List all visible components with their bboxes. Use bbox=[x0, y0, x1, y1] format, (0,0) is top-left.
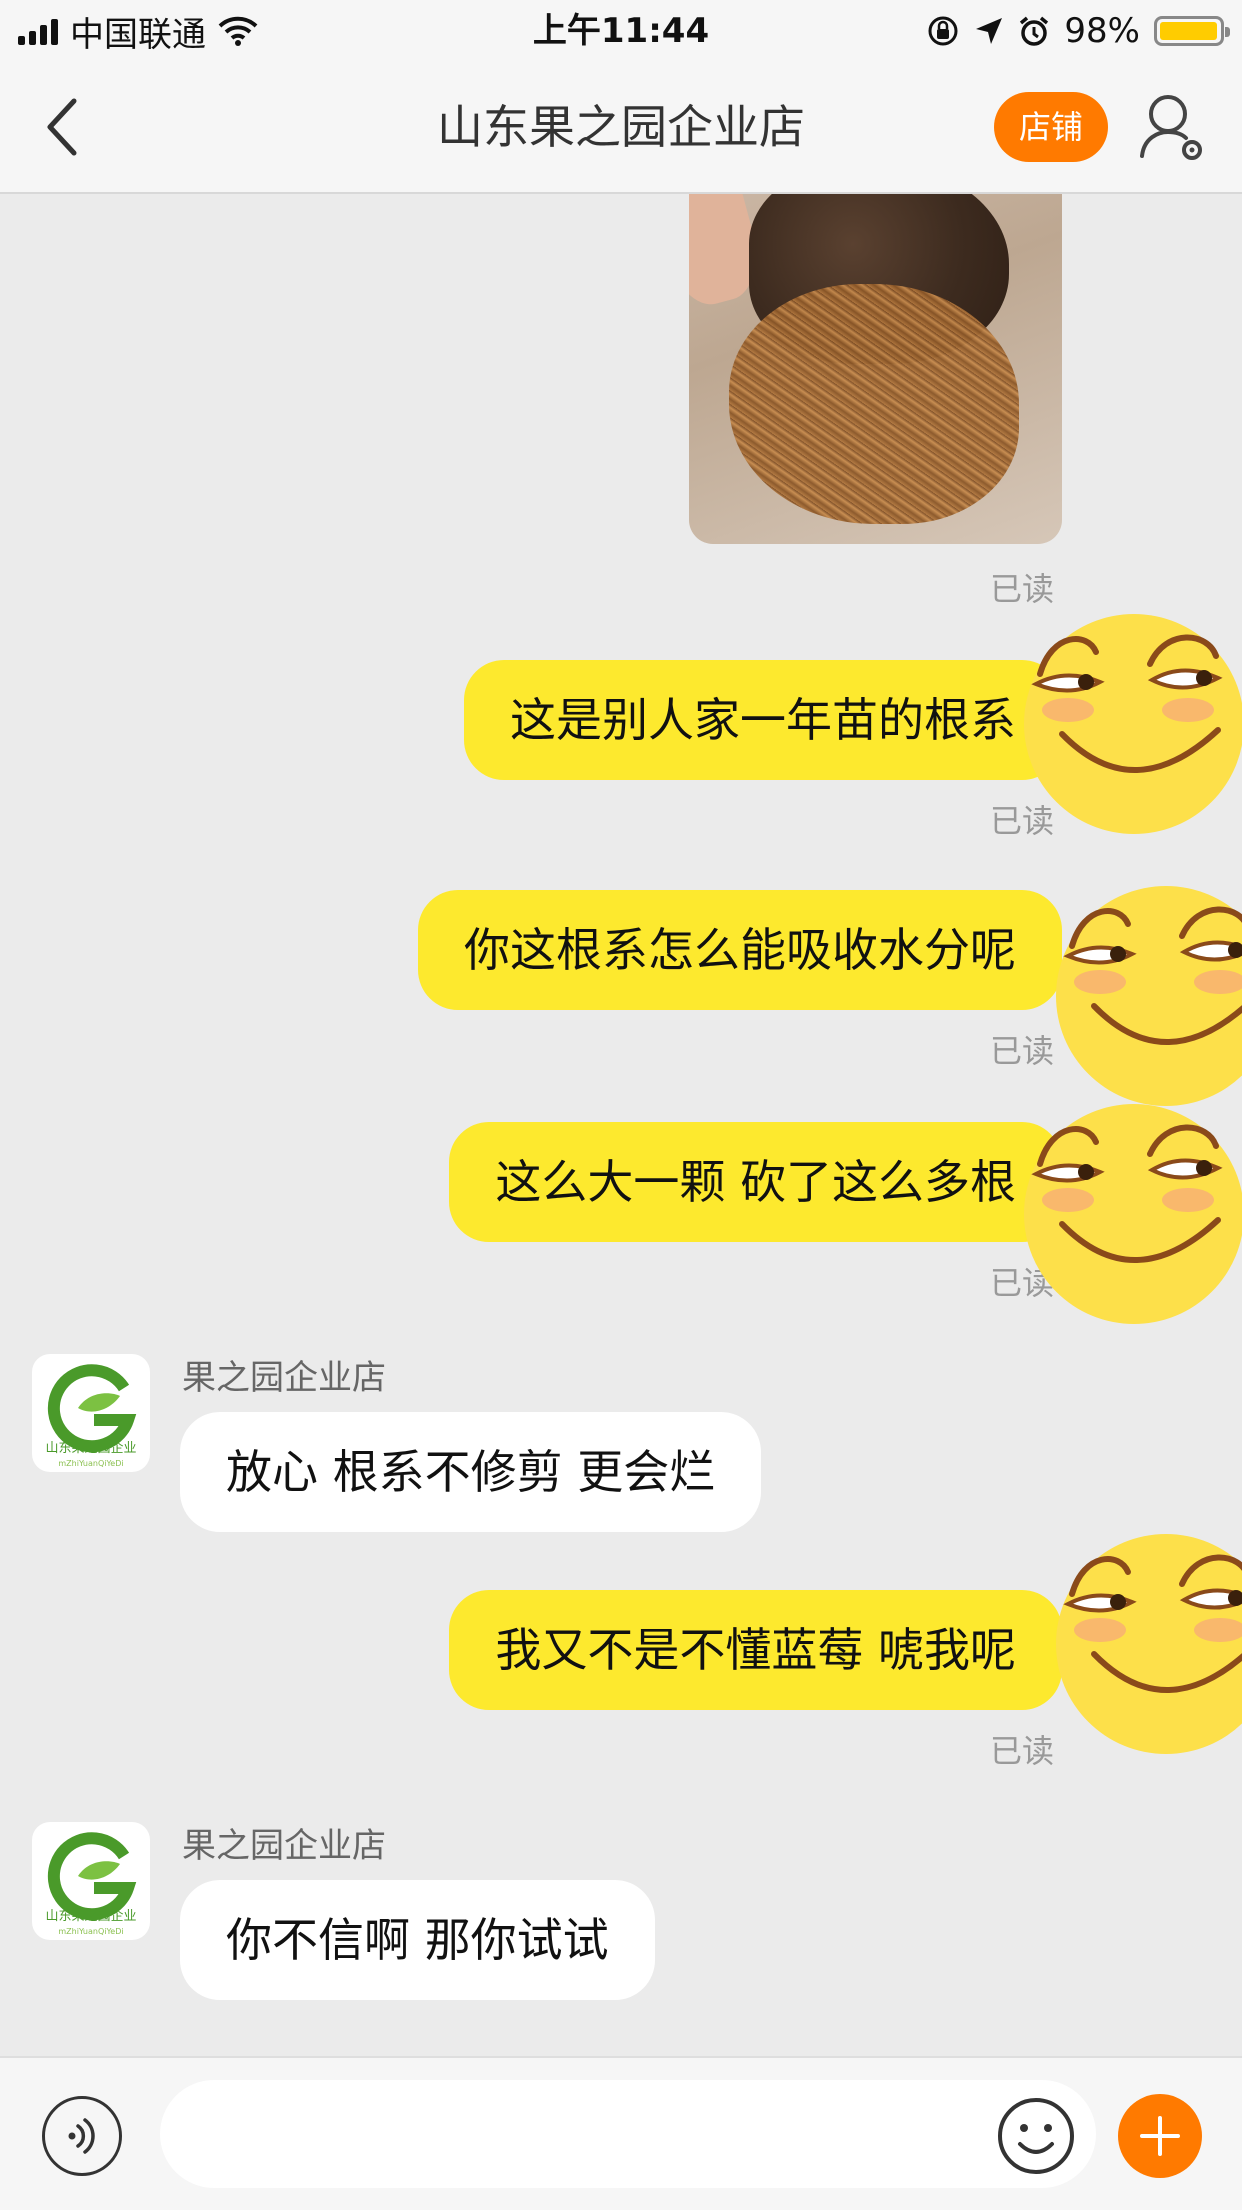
input-bar bbox=[0, 2056, 1242, 2210]
photo-roots bbox=[729, 284, 1019, 524]
status-bar: 中国联通 上午11:44 98% bbox=[0, 0, 1242, 62]
message-input[interactable] bbox=[160, 2080, 1096, 2188]
chat-area: 已读 这是别人家一年苗的根系 已读 你这根系怎么能吸收水分呢 已读 这么大一颗 … bbox=[0, 194, 1242, 2056]
smug-emoji-sticker bbox=[1056, 886, 1242, 1106]
message-text: 你不信啊 那你试试 bbox=[226, 1913, 609, 1967]
plus-icon bbox=[1140, 2116, 1180, 2156]
message-text: 你这根系怎么能吸收水分呢 bbox=[464, 923, 1016, 977]
sender-name: 果之园企业店 bbox=[182, 1826, 386, 1866]
message-text: 这么大一颗 砍了这么多根 bbox=[495, 1155, 1016, 1209]
message-bubble-sent[interactable]: 这么大一颗 砍了这么多根 bbox=[449, 1122, 1062, 1242]
plus-button[interactable] bbox=[1118, 2094, 1202, 2178]
logo-subtext: mZhiYuanQiYeDi bbox=[58, 1927, 123, 1936]
soil-roots-photo[interactable] bbox=[689, 194, 1062, 544]
voice-button[interactable] bbox=[42, 2096, 122, 2176]
message-bubble-sent[interactable]: 这是别人家一年苗的根系 bbox=[464, 660, 1062, 780]
message-text: 放心 根系不修剪 更会烂 bbox=[226, 1445, 716, 1499]
shop-avatar[interactable]: 山东果之园企业 mZhiYuanQiYeDi bbox=[32, 1822, 150, 1940]
battery-icon bbox=[1154, 16, 1230, 46]
voice-icon bbox=[68, 2118, 95, 2154]
logo-text: 山东果之园企业 bbox=[45, 1440, 136, 1456]
logo-text: 山东果之园企业 bbox=[45, 1908, 136, 1924]
rotation-lock-icon bbox=[928, 16, 958, 46]
shop-button[interactable]: 店铺 bbox=[994, 92, 1108, 162]
read-receipt: 已读 bbox=[990, 1032, 1055, 1070]
message-bubble-received[interactable]: 你不信啊 那你试试 bbox=[180, 1880, 655, 2000]
emoji-icon bbox=[998, 2098, 1074, 2174]
sender-name: 果之园企业店 bbox=[182, 1358, 386, 1398]
smug-emoji-sticker bbox=[1056, 1534, 1242, 1754]
message-text: 这是别人家一年苗的根系 bbox=[510, 693, 1016, 747]
message-bubble-sent[interactable]: 你这根系怎么能吸收水分呢 bbox=[418, 890, 1062, 1010]
nav-bar: 山东果之园企业店 店铺 bbox=[0, 62, 1242, 194]
user-settings-icon bbox=[1140, 95, 1202, 160]
shop-logo-icon: 山东果之园企业 mZhiYuanQiYeDi bbox=[45, 1832, 137, 1936]
emoji-button[interactable] bbox=[996, 2096, 1076, 2176]
smug-emoji-sticker bbox=[1024, 614, 1242, 834]
message-bubble-received[interactable]: 放心 根系不修剪 更会烂 bbox=[180, 1412, 762, 1532]
user-settings-button[interactable] bbox=[1138, 90, 1206, 164]
shop-avatar[interactable]: 山东果之园企业 mZhiYuanQiYeDi bbox=[32, 1354, 150, 1472]
chevron-left-icon bbox=[47, 98, 77, 156]
location-icon bbox=[976, 18, 1003, 44]
logo-subtext: mZhiYuanQiYeDi bbox=[58, 1459, 123, 1468]
smug-emoji-sticker bbox=[1024, 1104, 1242, 1324]
message-text: 我又不是不懂蓝莓 唬我呢 bbox=[495, 1623, 1016, 1677]
read-receipt: 已读 bbox=[990, 570, 1055, 608]
battery-percent: 98% bbox=[1064, 11, 1140, 51]
alarm-icon bbox=[1020, 16, 1049, 46]
shop-logo-icon: 山东果之园企业 mZhiYuanQiYeDi bbox=[45, 1364, 137, 1468]
message-bubble-sent[interactable]: 我又不是不懂蓝莓 唬我呢 bbox=[449, 1590, 1062, 1710]
read-receipt: 已读 bbox=[990, 1732, 1055, 1770]
back-button[interactable] bbox=[32, 92, 92, 162]
battery-fill bbox=[1160, 22, 1217, 40]
status-right: 98% bbox=[926, 6, 1230, 56]
